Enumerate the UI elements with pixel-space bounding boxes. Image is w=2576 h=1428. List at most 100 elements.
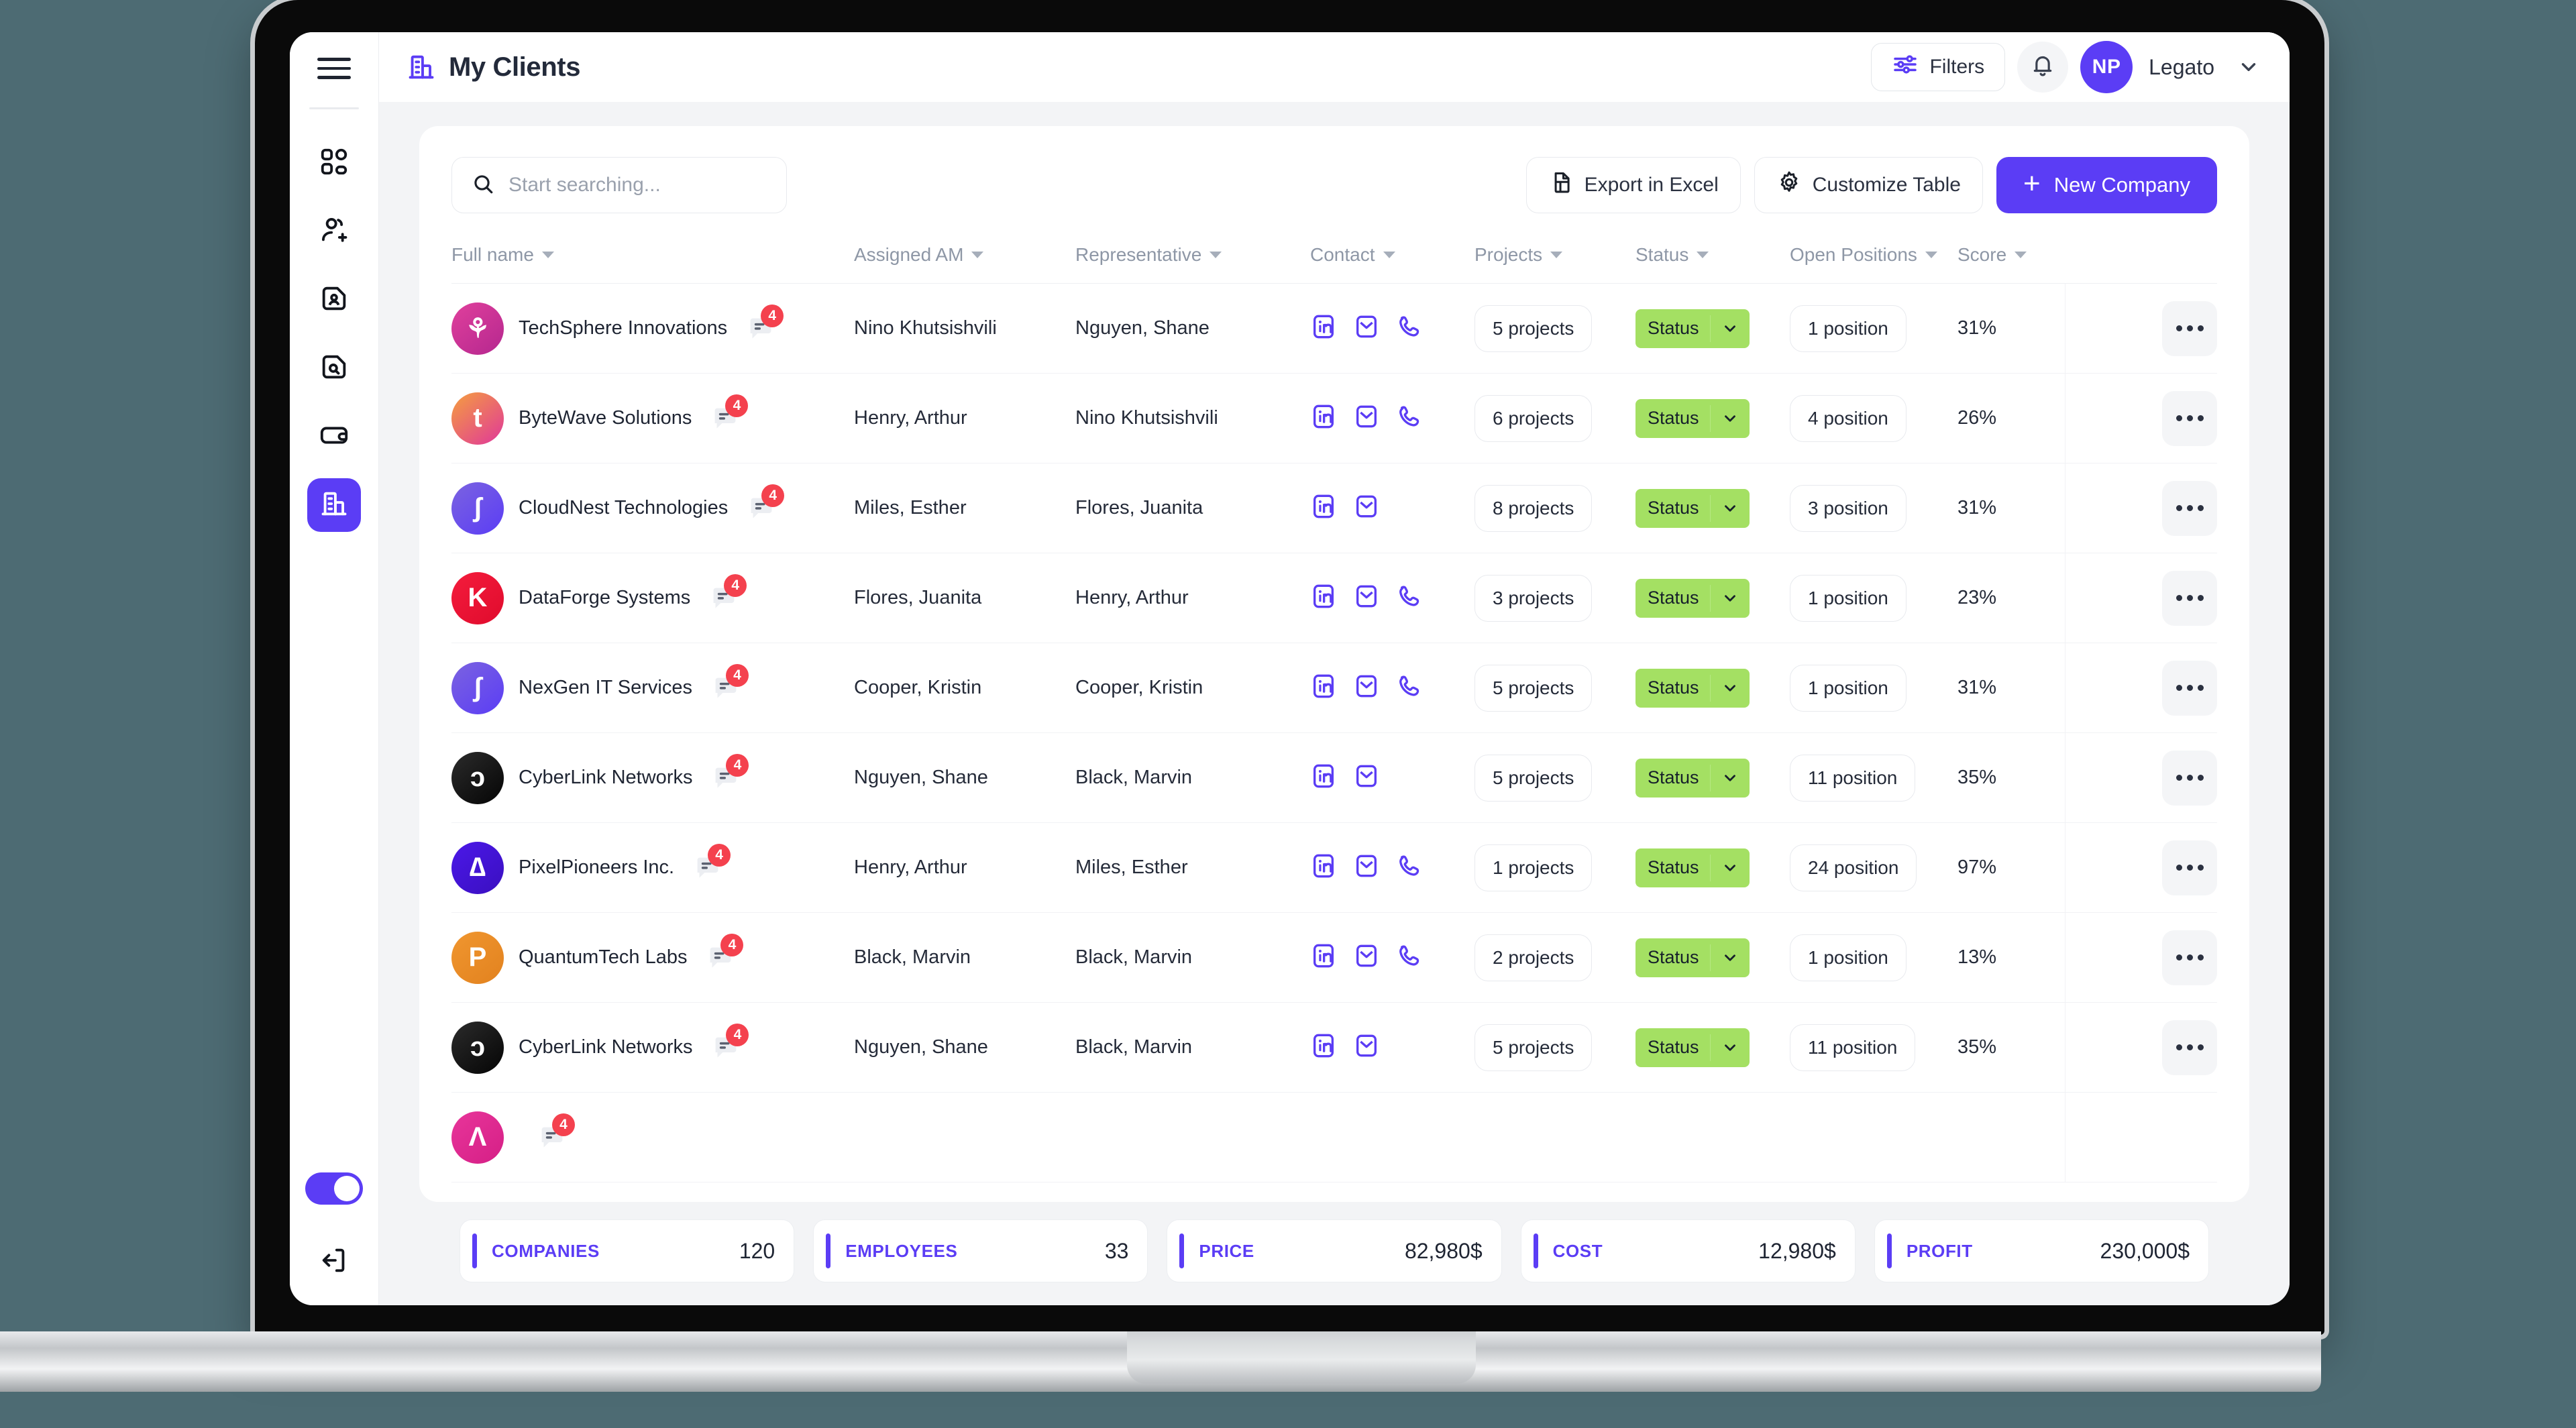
sidebar-item-dashboard[interactable] (307, 136, 361, 190)
email-icon[interactable] (1353, 583, 1380, 613)
chevron-down-icon[interactable] (1711, 1039, 1750, 1056)
open-positions-pill[interactable]: 3 position (1790, 484, 1907, 532)
clients-table-scroll[interactable]: Full name Assigned AM Representative Contac… (419, 227, 2249, 1202)
projects-pill[interactable]: 5 projects (1474, 754, 1593, 802)
status-badge[interactable]: Status (1635, 668, 1750, 708)
more-horizontal-icon[interactable] (2162, 390, 2217, 446)
projects-pill[interactable]: 5 projects (1474, 1024, 1593, 1071)
open-positions-pill[interactable]: 24 position (1790, 844, 1917, 891)
projects-pill[interactable]: 8 projects (1474, 484, 1593, 532)
chevron-down-icon[interactable] (1711, 679, 1750, 697)
column-header-label-representative[interactable]: Representative (1075, 244, 1310, 266)
chevron-down-icon[interactable] (2237, 56, 2260, 78)
notes-icon[interactable]: 4 (746, 304, 784, 343)
sidebar-item-candidate-profile[interactable] (307, 273, 361, 327)
hamburger-icon[interactable] (315, 54, 353, 83)
table-row[interactable]: ⚘ TechSphere Innovations 4 Nino Khutsishvil… (451, 283, 2217, 374)
open-positions-pill[interactable]: 1 position (1790, 574, 1907, 622)
notes-icon[interactable]: 4 (537, 1113, 575, 1152)
filters-button[interactable]: Filters (1871, 43, 2006, 91)
notes-icon[interactable]: 4 (693, 843, 731, 883)
chevron-down-icon[interactable] (1711, 949, 1750, 967)
phone-icon[interactable] (1396, 403, 1423, 433)
more-horizontal-icon[interactable] (2162, 300, 2217, 356)
projects-pill[interactable]: 6 projects (1474, 394, 1593, 442)
column-header-label-assigned_am[interactable]: Assigned AM (854, 244, 1075, 266)
email-icon[interactable] (1353, 1032, 1380, 1062)
notes-icon[interactable]: 4 (711, 753, 749, 793)
column-header-label-status[interactable]: Status (1635, 244, 1790, 266)
table-row[interactable]: ʃ NexGen IT Services 4 Cooper, Kristin Coope… (451, 643, 2217, 733)
column-header-status[interactable]: Status (1635, 227, 1790, 284)
status-badge[interactable]: Status (1635, 578, 1750, 618)
open-positions-pill[interactable]: 4 position (1790, 394, 1907, 442)
open-positions-pill[interactable]: 1 position (1790, 664, 1907, 712)
chevron-down-icon[interactable] (1711, 410, 1750, 427)
avatar[interactable]: NP (2080, 41, 2133, 93)
status-badge[interactable]: Status (1635, 1028, 1750, 1067)
logout-button[interactable] (311, 1238, 358, 1285)
more-horizontal-icon[interactable] (2162, 750, 2217, 806)
new-company-button[interactable]: + New Company (1996, 157, 2217, 213)
notes-icon[interactable]: 4 (711, 663, 749, 703)
column-header-full_name[interactable]: Full name (451, 227, 854, 284)
notifications-button[interactable] (2017, 42, 2069, 93)
more-horizontal-icon[interactable] (2162, 660, 2217, 716)
status-badge[interactable]: Status (1635, 848, 1750, 887)
chevron-down-icon[interactable] (1711, 320, 1750, 337)
table-row[interactable]: Ʌ4 (451, 1092, 2217, 1183)
table-row[interactable]: ɔ CyberLink Networks 4 Nguyen, Shane Black, … (451, 732, 2217, 823)
more-horizontal-icon[interactable] (2162, 840, 2217, 895)
chevron-down-icon[interactable] (1711, 500, 1750, 517)
sidebar-item-clients[interactable] (307, 478, 361, 532)
export-excel-button[interactable]: Export in Excel (1525, 157, 1741, 213)
table-row[interactable]: ∆ PixelPioneers Inc. 4 Henry, Arthur Miles, … (451, 822, 2217, 913)
chevron-down-icon[interactable] (541, 252, 554, 258)
search-box[interactable] (451, 157, 787, 213)
email-icon[interactable] (1353, 942, 1380, 973)
chevron-down-icon[interactable] (971, 252, 984, 258)
linkedin-icon[interactable] (1310, 1032, 1337, 1062)
linkedin-icon[interactable] (1310, 313, 1337, 343)
linkedin-icon[interactable] (1310, 853, 1337, 883)
status-badge[interactable]: Status (1635, 398, 1750, 438)
email-icon[interactable] (1353, 763, 1380, 793)
column-header-label-full_name[interactable]: Full name (451, 244, 854, 266)
linkedin-icon[interactable] (1310, 583, 1337, 613)
status-badge[interactable]: Status (1635, 488, 1750, 528)
linkedin-icon[interactable] (1310, 493, 1337, 523)
email-icon[interactable] (1353, 493, 1380, 523)
column-header-contact[interactable]: Contact (1310, 227, 1474, 284)
column-header-projects[interactable]: Projects (1474, 227, 1635, 284)
chevron-down-icon[interactable] (1711, 859, 1750, 877)
email-icon[interactable] (1353, 403, 1380, 433)
search-input[interactable] (508, 174, 767, 197)
more-horizontal-icon[interactable] (2162, 930, 2217, 985)
notes-icon[interactable]: 4 (711, 1023, 749, 1062)
theme-toggle[interactable] (305, 1172, 363, 1205)
phone-icon[interactable] (1396, 942, 1423, 973)
email-icon[interactable] (1353, 853, 1380, 883)
linkedin-icon[interactable] (1310, 942, 1337, 973)
table-row[interactable]: ʃ CloudNest Technologies 4 Miles, Esther Flo… (451, 463, 2217, 553)
column-header-label-contact[interactable]: Contact (1310, 244, 1474, 266)
chevron-down-icon[interactable] (1383, 252, 1395, 258)
email-icon[interactable] (1353, 673, 1380, 703)
more-horizontal-icon[interactable] (2162, 480, 2217, 536)
chevron-down-icon[interactable] (1925, 252, 1937, 258)
chevron-down-icon[interactable] (1210, 252, 1222, 258)
status-badge[interactable]: Status (1635, 309, 1750, 348)
more-horizontal-icon[interactable] (2162, 570, 2217, 626)
chevron-down-icon[interactable] (1711, 769, 1750, 787)
table-row[interactable]: P QuantumTech Labs 4 Black, Marvin Black, Ma… (451, 912, 2217, 1003)
status-badge[interactable]: Status (1635, 938, 1750, 977)
column-header-assigned_am[interactable]: Assigned AM (854, 227, 1075, 284)
status-badge[interactable]: Status (1635, 758, 1750, 798)
notes-icon[interactable]: 4 (710, 394, 749, 433)
phone-icon[interactable] (1396, 853, 1423, 883)
projects-pill[interactable]: 2 projects (1474, 934, 1593, 981)
notes-icon[interactable]: 4 (747, 484, 785, 523)
notes-icon[interactable]: 4 (709, 573, 747, 613)
projects-pill[interactable]: 5 projects (1474, 305, 1593, 352)
chevron-down-icon[interactable] (1697, 252, 1709, 258)
